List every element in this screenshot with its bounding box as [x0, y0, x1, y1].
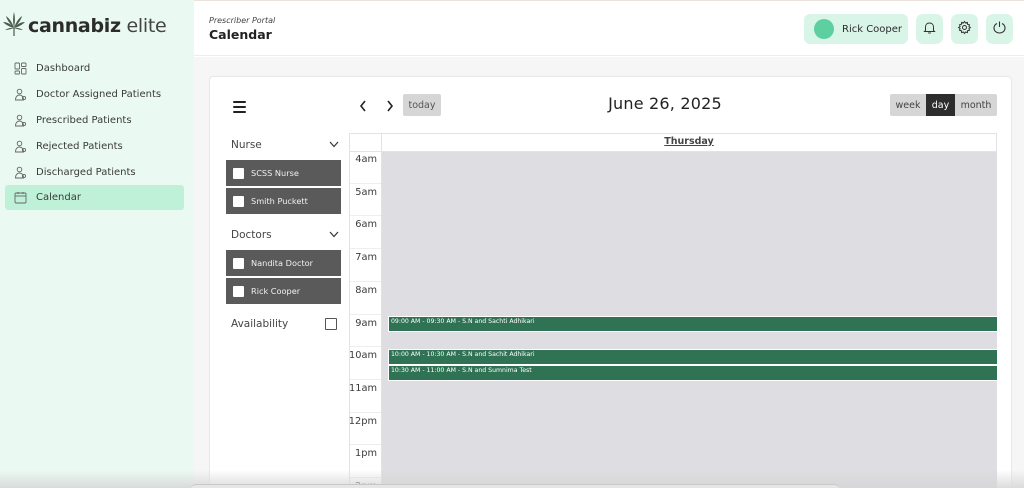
filter-item-label: SCSS Nurse [251, 168, 299, 178]
sidebar-item-rejected-patients[interactable]: Rejected Patients [5, 134, 184, 159]
calendar-day-header: Thursday [349, 133, 997, 152]
day-header-thursday[interactable]: Thursday [382, 136, 996, 147]
availability-toggle[interactable]: Availability [231, 316, 337, 332]
bottom-panel-edge [190, 484, 840, 488]
nurse-filter-item[interactable]: Smith Puckett [226, 188, 341, 214]
sidebar-item-doctor-assigned-patients[interactable]: Doctor Assigned Patients [5, 82, 184, 107]
sidebar-item-label: Dashboard [36, 63, 91, 74]
checkbox[interactable] [233, 195, 244, 207]
patient-icon [14, 88, 27, 101]
sidebar-item-label: Prescribed Patients [36, 114, 132, 126]
hour-divider [350, 182, 381, 184]
user-menu[interactable]: Rick Cooper [804, 14, 908, 44]
sidebar-item-prescribed-patients[interactable]: Prescribed Patients [5, 108, 184, 133]
menu-toggle-button[interactable] [233, 101, 246, 113]
hour-divider [350, 378, 381, 380]
bell-icon [922, 20, 937, 39]
patient-icon [14, 114, 27, 127]
today-button[interactable]: today [403, 94, 441, 116]
hour-divider [350, 444, 381, 446]
patient-icon [14, 140, 27, 153]
hour-label: 1pm [355, 448, 377, 460]
checkbox[interactable] [233, 285, 244, 297]
hour-divider [350, 411, 381, 413]
sidebar-item-label: Calendar [36, 192, 81, 204]
calendar-event[interactable]: 10:00 AM - 10:30 AM - S.N and Sachit Adh… [388, 348, 997, 366]
sidebar-item-discharged-patients[interactable]: Discharged Patients [5, 160, 184, 185]
hour-label: 11am [348, 382, 377, 394]
checkbox[interactable] [233, 167, 244, 179]
chevron-down-icon [329, 139, 339, 151]
next-button[interactable] [383, 97, 397, 115]
hour-label: 4am [355, 154, 377, 165]
page-title: Calendar [209, 27, 272, 42]
hour-label: 9am [355, 317, 377, 329]
sidebar-item-dashboard[interactable]: Dashboard [5, 56, 184, 81]
logout-button[interactable] [986, 14, 1013, 44]
nurse-filter-header[interactable]: Nurse [231, 136, 339, 154]
hour-label: 7am [355, 252, 377, 264]
calendar-event[interactable]: 10:30 AM - 11:00 AM - S.N and Sumnima Te… [388, 365, 997, 382]
cannabis-leaf-icon [2, 11, 26, 41]
settings-button[interactable] [951, 14, 978, 44]
view-week-button[interactable]: week [890, 94, 926, 116]
doctors-filter-label: Doctors [231, 229, 272, 241]
hour-label: 5am [355, 186, 377, 198]
chevron-right-icon [386, 97, 394, 116]
sidebar: cannabiz elite Dashboard Doctor Assigned… [0, 0, 194, 488]
calendar-title: June 26, 2025 [608, 94, 722, 113]
dashboard-icon [14, 62, 27, 75]
view-switcher: week day month [890, 94, 997, 116]
nurse-filter-item[interactable]: SCSS Nurse [226, 160, 341, 186]
nurse-filter-label: Nurse [231, 139, 262, 151]
doctors-filter-header[interactable]: Doctors [231, 226, 339, 244]
chevron-left-icon [359, 97, 367, 116]
user-name: Rick Cooper [842, 23, 903, 35]
filter-item-label: Smith Puckett [251, 196, 308, 206]
hour-divider [350, 248, 381, 250]
calendar-icon [14, 191, 27, 204]
sidebar-item-label: Discharged Patients [36, 166, 136, 178]
notifications-button[interactable] [916, 14, 943, 44]
brand-name: cannabiz elite [28, 15, 167, 37]
availability-checkbox[interactable] [325, 318, 337, 330]
top-header: Prescriber Portal Calendar Rick Cooper [194, 0, 1024, 56]
hour-divider [350, 346, 381, 348]
filter-item-label: Rick Cooper [251, 286, 301, 296]
power-icon [992, 20, 1007, 39]
brand-logo[interactable]: cannabiz elite [2, 11, 167, 41]
filter-item-label: Nandita Doctor [251, 258, 314, 268]
chevron-down-icon [329, 229, 339, 241]
patient-icon [14, 166, 27, 179]
breadcrumb: Prescriber Portal [209, 16, 276, 25]
doctor-filter-item[interactable]: Nandita Doctor [226, 250, 341, 276]
doctor-filter-item[interactable]: Rick Cooper [226, 278, 341, 304]
checkbox[interactable] [233, 257, 244, 269]
sidebar-item-label: Doctor Assigned Patients [36, 88, 162, 100]
prev-button[interactable] [356, 97, 370, 115]
hour-label: 8am [355, 284, 377, 296]
time-gutter: 4am5am6am7am8am9am10am11am12pm1pm2pm [349, 152, 382, 488]
hour-divider [350, 313, 381, 315]
hour-label: 6am [355, 219, 377, 231]
sidebar-nav: Dashboard Doctor Assigned Patients Presc… [5, 56, 184, 211]
hour-divider [350, 215, 381, 217]
view-month-button[interactable]: month [955, 94, 997, 116]
calendar-event[interactable]: 09:00 AM - 09:30 AM - S.N and Sachti Adh… [388, 316, 997, 333]
view-day-button[interactable]: day [926, 94, 955, 116]
hour-label: 10am [348, 350, 377, 362]
avatar [814, 19, 834, 39]
hour-divider [350, 280, 381, 282]
gear-icon [957, 20, 972, 39]
sidebar-item-label: Rejected Patients [36, 140, 123, 152]
header-gutter [350, 134, 382, 151]
sidebar-item-calendar[interactable]: Calendar [5, 185, 184, 211]
hour-label: 12pm [348, 415, 377, 427]
availability-label: Availability [231, 318, 289, 330]
